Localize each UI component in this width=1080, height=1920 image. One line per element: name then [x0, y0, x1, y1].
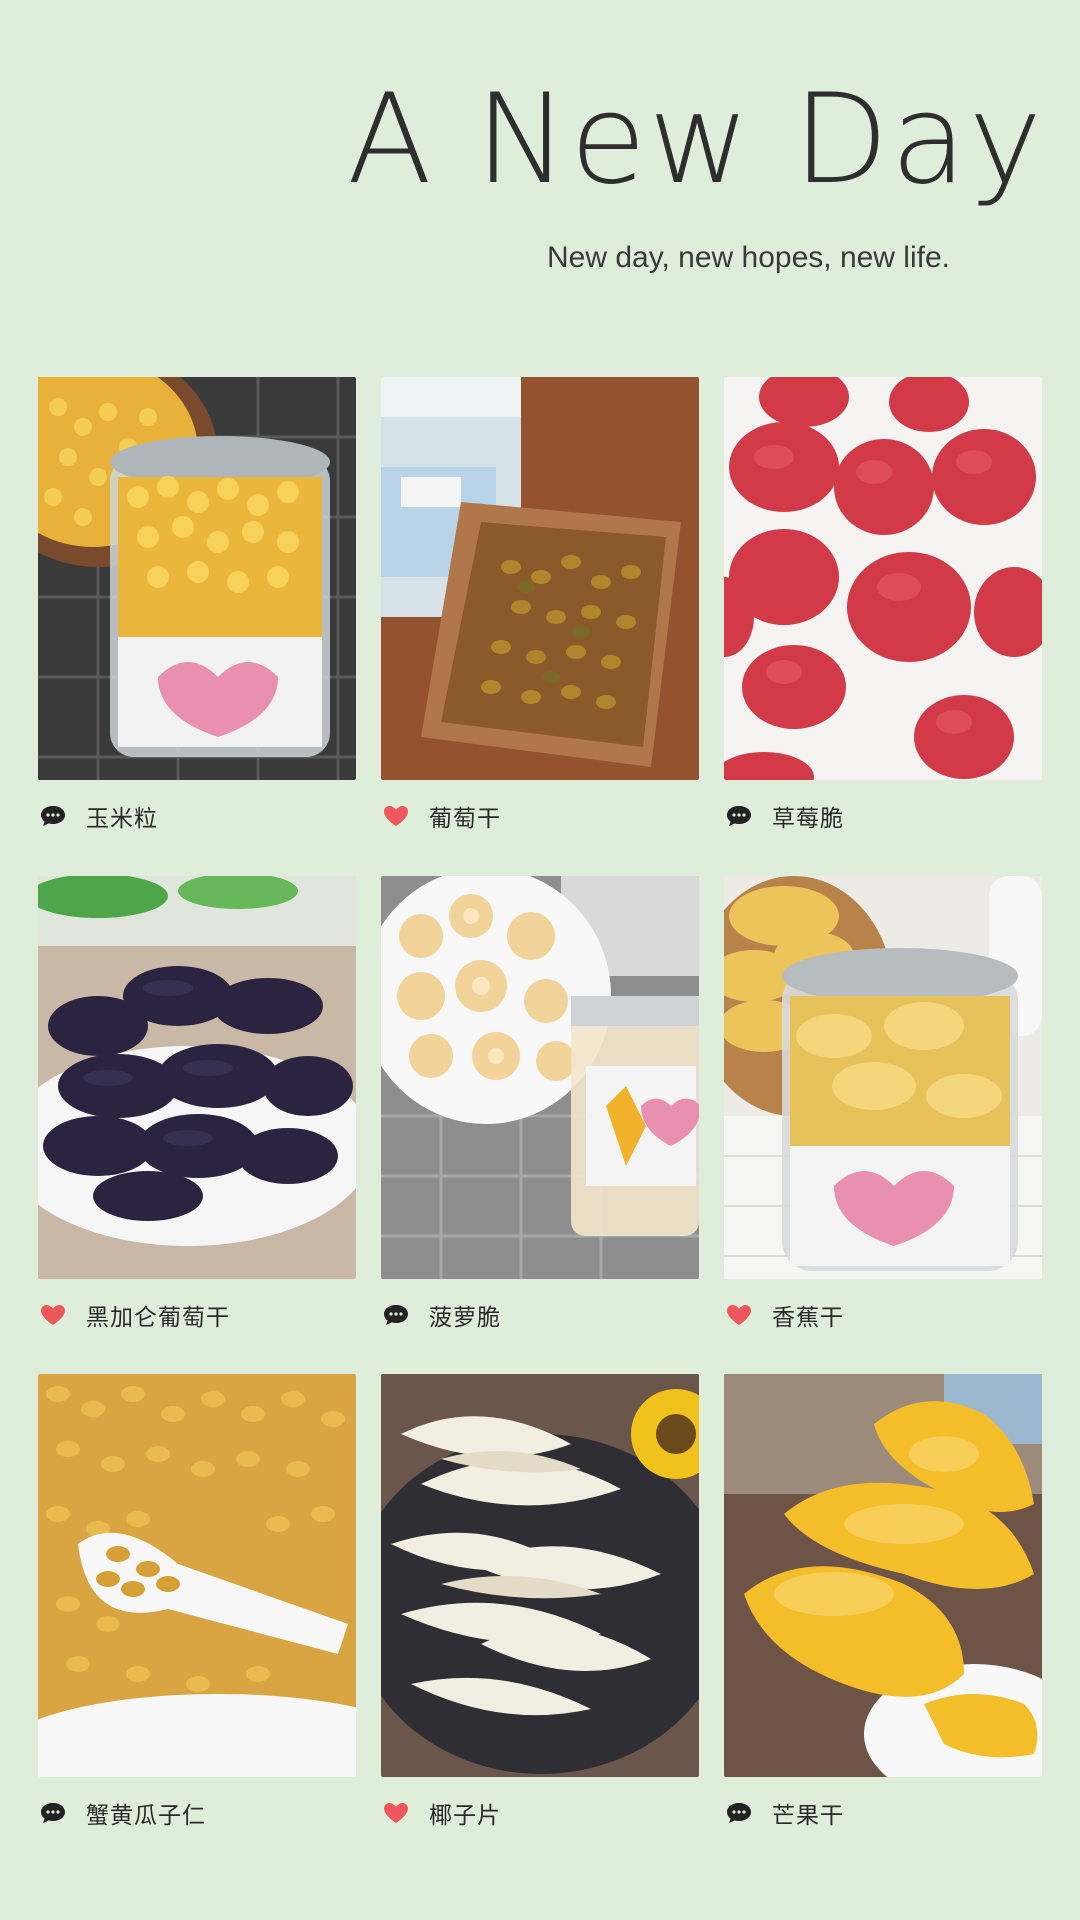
product-card[interactable]: 蟹黄瓜子仁	[38, 1374, 356, 1829]
product-photo-banana[interactable]	[724, 876, 1042, 1279]
product-card[interactable]: 黑加仑葡萄干	[38, 876, 356, 1331]
product-photo-corn[interactable]	[38, 377, 356, 780]
product-photo-strawberries[interactable]	[724, 377, 1042, 780]
product-name: 黑加仑葡萄干	[86, 1305, 230, 1331]
product-photo-raisins[interactable]	[381, 377, 699, 780]
product-name: 蟹黄瓜子仁	[86, 1803, 206, 1829]
comment-icon[interactable]	[38, 801, 68, 831]
product-name: 草莓脆	[772, 806, 844, 832]
comment-icon[interactable]	[724, 801, 754, 831]
product-card[interactable]: 草莓脆	[724, 377, 1042, 832]
product-photo-pineapple[interactable]	[381, 876, 699, 1279]
product-card[interactable]: 芒果干	[724, 1374, 1042, 1829]
product-card[interactable]: 椰子片	[381, 1374, 699, 1829]
product-caption: 玉米粒	[38, 796, 158, 836]
product-name: 芒果干	[772, 1803, 844, 1829]
heart-icon[interactable]	[724, 1300, 754, 1330]
product-caption: 蟹黄瓜子仁	[38, 1793, 206, 1833]
product-caption: 香蕉干	[724, 1295, 844, 1335]
comment-icon[interactable]	[38, 1798, 68, 1828]
comment-icon[interactable]	[381, 1300, 411, 1330]
product-caption: 椰子片	[381, 1793, 501, 1833]
heart-icon[interactable]	[381, 801, 411, 831]
heart-icon[interactable]	[38, 1300, 68, 1330]
product-name: 玉米粒	[86, 806, 158, 832]
product-name: 椰子片	[429, 1803, 501, 1829]
product-photo-coconut[interactable]	[381, 1374, 699, 1777]
product-card[interactable]: 葡萄干	[381, 377, 699, 832]
product-name: 葡萄干	[429, 806, 501, 832]
product-caption: 芒果干	[724, 1793, 844, 1833]
page-title: A New Day	[347, 68, 1044, 212]
product-card[interactable]: 玉米粒	[38, 377, 356, 832]
product-photo-mango[interactable]	[724, 1374, 1042, 1777]
comment-icon[interactable]	[724, 1798, 754, 1828]
product-caption: 葡萄干	[381, 796, 501, 836]
product-photo-sunflower-seeds[interactable]	[38, 1374, 356, 1777]
header: A New Day New day, new hopes, new life.	[0, 0, 1080, 300]
product-caption: 菠萝脆	[381, 1295, 501, 1335]
product-name: 香蕉干	[772, 1305, 844, 1331]
product-card[interactable]: 香蕉干	[724, 876, 1042, 1331]
product-caption: 草莓脆	[724, 796, 844, 836]
product-card[interactable]: 菠萝脆	[381, 876, 699, 1331]
product-caption: 黑加仑葡萄干	[38, 1295, 230, 1335]
product-name: 菠萝脆	[429, 1305, 501, 1331]
product-photo-black-currant[interactable]	[38, 876, 356, 1279]
heart-icon[interactable]	[381, 1798, 411, 1828]
page-subtitle: New day, new hopes, new life.	[547, 241, 950, 274]
